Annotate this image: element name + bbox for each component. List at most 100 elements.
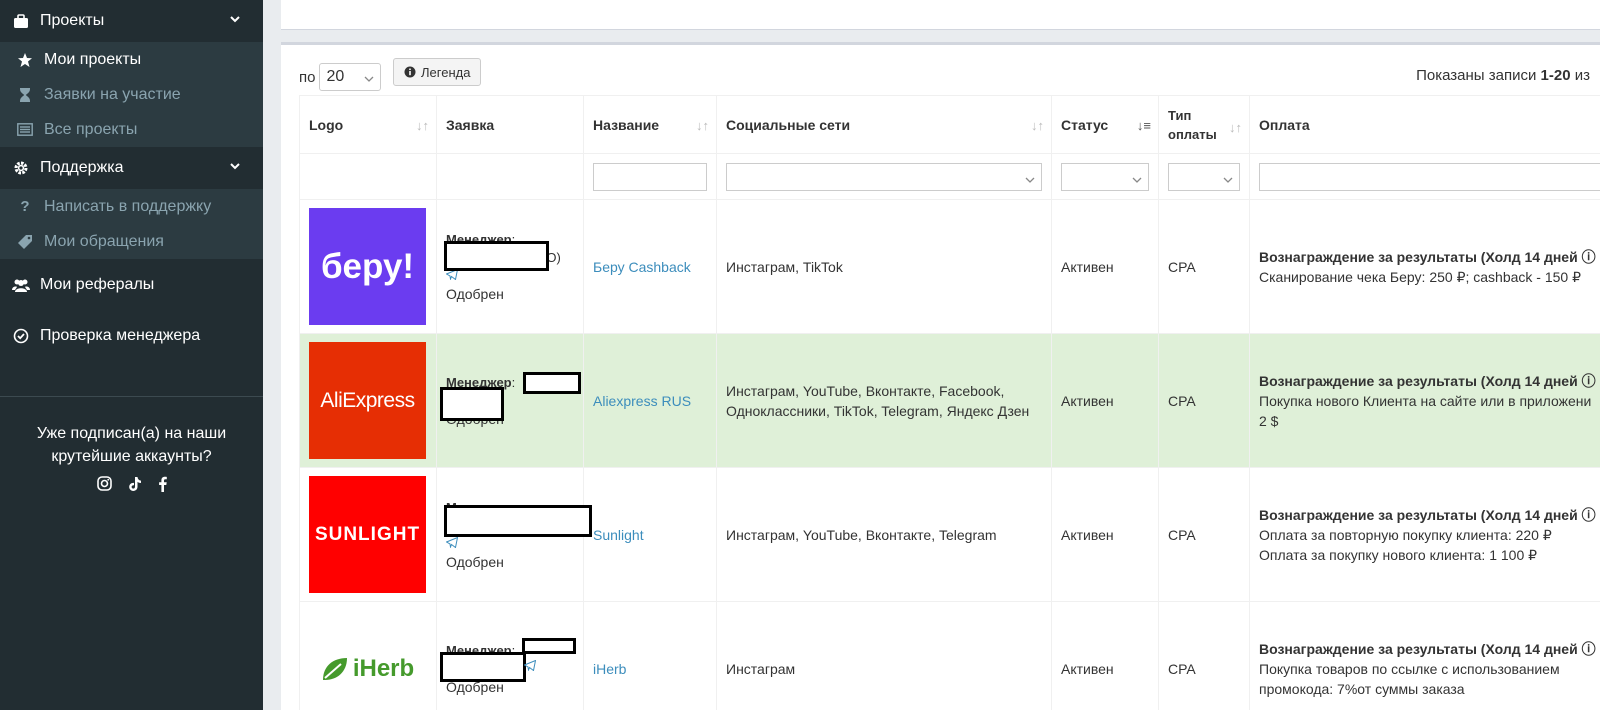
project-name-link[interactable]: Sunlight	[593, 527, 644, 543]
question-circle-icon[interactable]: ⓘ	[1582, 507, 1596, 523]
pay-type: CPA	[1168, 660, 1196, 677]
social-cell: Инстаграм, YouTube, Вконтакте, Telegram	[716, 467, 1052, 602]
table-row: беру! Менеджер: (О) Одобрен Беру Cashbac…	[299, 199, 1600, 334]
sidebar-item-write-support[interactable]: ? Написать в поддержку	[0, 189, 263, 224]
telegram-icon[interactable]	[445, 535, 574, 553]
payment-cell: Вознаграждение за результаты (Холд 14 дн…	[1249, 333, 1600, 468]
projects-table: Logo ↓↑ Заявка Название ↓↑ Социальные сети…	[299, 95, 1600, 710]
sidebar-item-manager-check[interactable]: Проверка менеджера	[0, 310, 263, 361]
sidebar-item-label: Все проекты	[44, 120, 138, 138]
facebook-icon[interactable]	[158, 476, 167, 495]
chevron-down-icon	[229, 159, 241, 177]
column-header-label: Оплата	[1259, 116, 1310, 133]
social-cell: Инстаграм, YouTube, Вконтакте, Facebook,…	[716, 333, 1052, 468]
legend-button[interactable]: Легенда	[393, 58, 482, 86]
logo-cell: AliExpress	[299, 333, 437, 468]
payment-title: Вознаграждение за результаты (Холд 14 дн…	[1259, 248, 1578, 265]
project-name-link[interactable]: Aliexpress RUS	[593, 393, 691, 409]
page-size-value: 20	[326, 68, 345, 85]
payment-title: Вознаграждение за результаты (Холд 14 дн…	[1259, 506, 1578, 523]
column-header-logo[interactable]: Logo ↓↑	[299, 95, 437, 154]
sidebar-item-all-projects[interactable]: Все проекты	[0, 112, 263, 147]
column-header-label: Название	[593, 116, 660, 133]
project-name-link[interactable]: Беру Cashback	[593, 259, 691, 275]
column-header-label: Logo	[309, 116, 344, 133]
name-filter-input[interactable]	[593, 162, 707, 191]
legend-button-label: Легенда	[421, 64, 471, 80]
project-status: Активен	[1061, 392, 1114, 409]
project-name-link[interactable]: iHerb	[593, 661, 626, 677]
payment-title: Вознаграждение за результаты (Холд 14 дн…	[1259, 372, 1578, 389]
records-shown-suffix: из	[1570, 67, 1590, 84]
sort-desc-icon: ↓≡	[1136, 118, 1151, 133]
sidebar-section-support[interactable]: Поддержка	[0, 147, 263, 189]
question-circle-icon[interactable]: ⓘ	[1582, 641, 1596, 657]
status-cell: Активен	[1051, 333, 1159, 468]
filter-cell-payment	[1249, 153, 1600, 200]
sidebar-support-submenu: ? Написать в поддержку Мои обращения	[0, 189, 263, 259]
social-filter-select[interactable]	[726, 162, 1042, 191]
pay-type: CPA	[1168, 526, 1196, 543]
table-header-row: Logo ↓↑ Заявка Название ↓↑ Социальные сети…	[299, 95, 1600, 154]
aliexpress-logo: AliExpress	[309, 342, 426, 459]
pay-type-filter-select[interactable]	[1168, 162, 1240, 191]
sidebar-item-referrals[interactable]: Мои рефералы	[0, 259, 263, 310]
project-status: Активен	[1061, 660, 1114, 677]
column-header-social[interactable]: Социальные сети ↓↑	[716, 95, 1052, 154]
question-circle-icon[interactable]: ⓘ	[1582, 373, 1596, 389]
filter-cell-status	[1051, 153, 1159, 200]
name-cell: Sunlight	[583, 467, 717, 602]
sidebar: Проекты Мои проекты Заявки на участие Вс…	[0, 0, 263, 710]
payment-line: Сканирование чека Беру: 250 ₽; cashback …	[1259, 268, 1581, 285]
filter-cell-empty	[299, 153, 437, 200]
sidebar-item-label: Мои обращения	[44, 232, 164, 250]
status-cell: Активен	[1051, 199, 1159, 334]
records-shown-prefix: Показаны записи	[1416, 67, 1541, 84]
column-header-name[interactable]: Название ↓↑	[583, 95, 717, 154]
column-header-status[interactable]: Статус ↓≡	[1051, 95, 1159, 154]
request-cell: Менеджер: Одобрен	[436, 333, 584, 468]
chevron-down-icon	[1132, 172, 1142, 188]
pay-type-cell: CPA	[1158, 199, 1250, 334]
payment-filter-select[interactable]	[1259, 162, 1600, 191]
pay-type-cell: CPA	[1158, 467, 1250, 602]
iherb-logo: iHerb	[309, 610, 426, 710]
column-header-pay-type[interactable]: Тип оплаты ↓↑	[1158, 95, 1250, 154]
status-filter-select[interactable]	[1061, 162, 1149, 191]
redaction-box	[444, 240, 549, 271]
sidebar-item-label: Написать в поддержку	[44, 197, 212, 215]
sidebar-item-my-tickets[interactable]: Мои обращения	[0, 224, 263, 259]
tiktok-icon[interactable]	[128, 476, 142, 495]
column-header-label: Социальные сети	[726, 116, 851, 133]
chevron-down-icon	[229, 12, 241, 30]
briefcase-icon	[12, 13, 30, 29]
table-row: iHerb Менеджер: Одобрен iHerb Инстаграм	[299, 601, 1600, 710]
page-size-select[interactable]: 20	[319, 63, 382, 91]
pay-type-cell: CPA	[1158, 601, 1250, 710]
name-cell: iHerb	[583, 601, 717, 710]
sidebar-item-requests[interactable]: Заявки на участие	[0, 77, 263, 112]
project-status: Активен	[1061, 258, 1114, 275]
name-cell: Aliexpress RUS	[583, 333, 717, 468]
sidebar-section-projects[interactable]: Проекты	[0, 0, 263, 42]
telegram-icon[interactable]	[523, 658, 537, 676]
payment-title: Вознаграждение за результаты (Холд 14 дн…	[1259, 640, 1578, 657]
approval-status: Одобрен	[446, 285, 504, 302]
sidebar-item-my-projects[interactable]: Мои проекты	[0, 42, 263, 77]
chevron-down-icon	[1223, 172, 1233, 188]
request-cell: Менеджер: Одобрен	[436, 467, 592, 602]
check-circle-icon	[12, 328, 30, 344]
project-status: Активен	[1061, 526, 1114, 543]
sort-icon: ↓↑	[696, 118, 709, 133]
request-cell: Менеджер: Одобрен	[436, 601, 584, 710]
payment-line: Покупка товаров по ссылке с использовани…	[1259, 660, 1560, 677]
filter-cell-pay-type	[1158, 153, 1250, 200]
logo-cell: беру!	[299, 199, 437, 334]
list-table-icon	[16, 123, 34, 136]
question-circle-icon[interactable]: ⓘ	[1582, 249, 1596, 265]
top-info-box	[281, 0, 1600, 30]
approval-status: Одобрен	[446, 553, 504, 570]
sidebar-item-label: Заявки на участие	[44, 85, 181, 103]
instagram-icon[interactable]	[96, 476, 112, 495]
status-cell: Активен	[1051, 467, 1159, 602]
